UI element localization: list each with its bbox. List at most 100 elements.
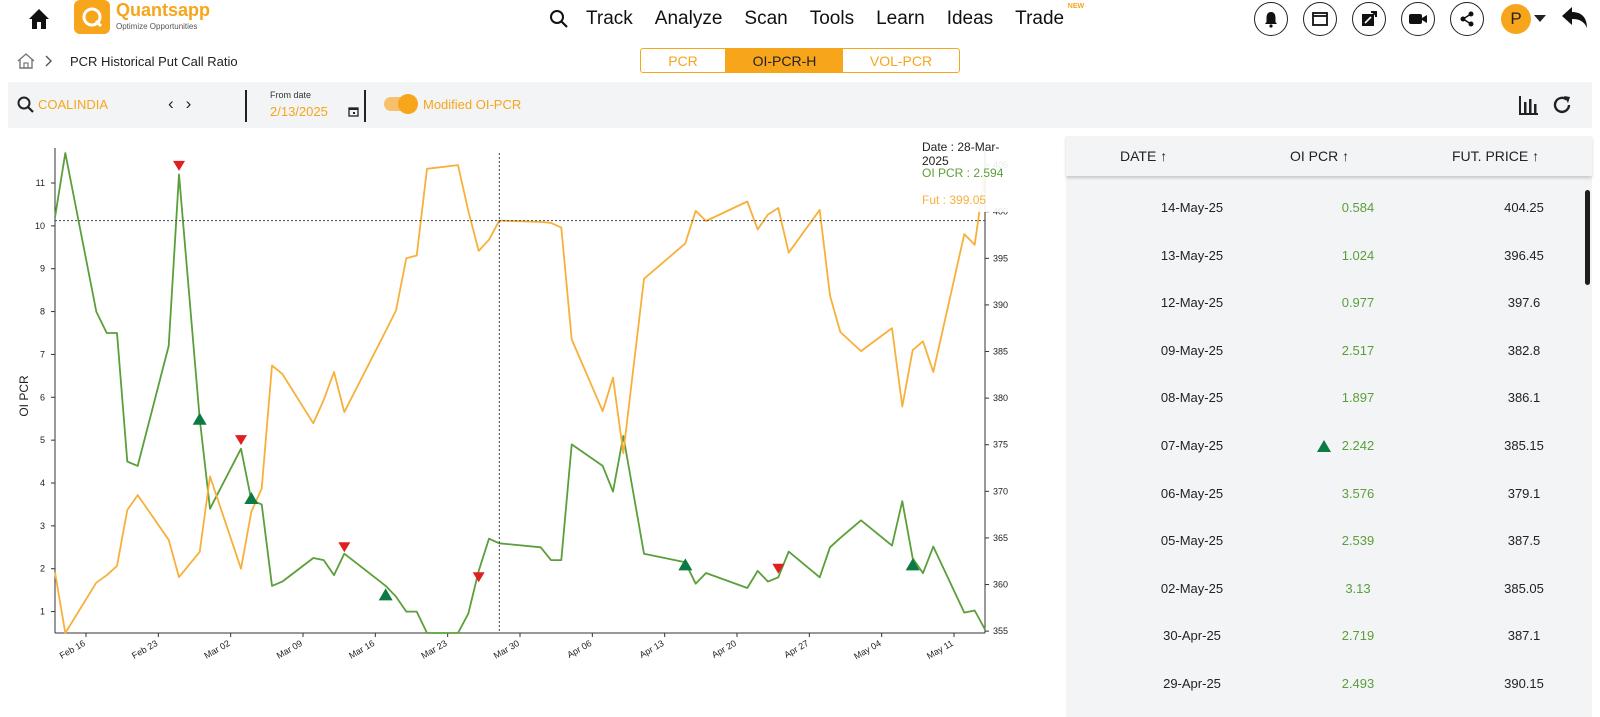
brand-logo[interactable]: Quantsapp Optimize Opportunities <box>74 0 224 34</box>
table-row[interactable]: 14-May-25 0.584 404.25 <box>1066 184 1586 232</box>
modified-oi-pcr-toggle[interactable] <box>384 94 418 114</box>
data-table: DATE ↑ OI PCR ↑ FUT. PRICE ↑ 14-May-25 0.… <box>1066 136 1592 717</box>
search-icon[interactable] <box>548 8 570 30</box>
nav-track[interactable]: Track <box>586 8 633 30</box>
logo-mark-icon <box>74 0 110 34</box>
bar-chart-icon[interactable] <box>1518 94 1540 116</box>
new-badge: NEW <box>1067 3 1085 10</box>
x-tick-label: Mar 30 <box>492 638 521 661</box>
cell-date: 05-May-25 <box>1160 533 1224 549</box>
chevron-right-icon[interactable]: › <box>186 94 204 113</box>
nav-analyze[interactable]: Analyze <box>655 8 723 30</box>
symbol-input[interactable]: COALINDIA <box>38 97 108 112</box>
chevron-left-icon[interactable]: ‹ <box>168 94 186 113</box>
cell-oi-pcr: 2.242 <box>1341 438 1375 453</box>
table-row[interactable]: 02-May-25 3.13 385.05 <box>1066 565 1586 613</box>
scrollbar[interactable] <box>1585 190 1590 285</box>
table-row[interactable]: 13-May-25 1.024 396.45 <box>1066 232 1586 280</box>
popout-icon <box>1362 11 1377 26</box>
tab-vol-pcr[interactable]: VOL-PCR <box>843 49 959 72</box>
video-icon <box>1409 14 1427 24</box>
cell-date: 02-May-25 <box>1160 580 1224 596</box>
chevron-right-icon <box>45 55 52 67</box>
cell-date: 13-May-25 <box>1160 247 1224 263</box>
notification-button[interactable] <box>1254 2 1288 36</box>
cell-oi-pcr: 2.539 <box>1341 533 1375 549</box>
oi-pcr-chart[interactable]: 1 2 3 4 5 6 7 8 9 10 11 355 360 365 370 375 380 385 390 395… <box>0 138 1012 717</box>
table-row[interactable]: 30-Apr-25 2.719 387.1 <box>1066 612 1586 660</box>
cell-oi-pcr: 0.977 <box>1341 295 1375 311</box>
share-button[interactable] <box>1450 2 1484 36</box>
from-date-input[interactable]: 2/13/2025 <box>270 104 328 119</box>
cell-oi-pcr: 3.576 <box>1341 485 1375 501</box>
modified-oi-pcr-label: Modified OI-PCR <box>423 97 522 112</box>
table-row[interactable]: 06-May-25 3.576 379.1 <box>1066 470 1586 518</box>
avatar[interactable]: P <box>1501 4 1531 34</box>
back-arrow-icon[interactable] <box>1558 2 1592 36</box>
table-row[interactable]: 07-May-25 2.242 385.15 <box>1066 422 1586 470</box>
x-tick-label: Apr 06 <box>565 638 593 660</box>
chart-svg[interactable]: 1 2 3 4 5 6 7 8 9 10 11 355 360 365 370 375 380 385 390 395… <box>0 138 1010 717</box>
tab-pcr[interactable]: PCR <box>641 49 726 72</box>
video-button[interactable] <box>1401 2 1435 36</box>
cell-oi-pcr: 2.517 <box>1341 342 1375 358</box>
popout-button[interactable] <box>1352 2 1386 36</box>
brand-name: Quantsapp <box>116 0 211 20</box>
cell-oi-pcr: 2.493 <box>1341 676 1375 691</box>
nav-tools[interactable]: Tools <box>810 8 854 30</box>
down-marker <box>338 542 351 553</box>
y-right-tick-label: 355 <box>993 626 1008 636</box>
cell-oi-pcr: 1.897 <box>1341 390 1375 406</box>
bell-icon <box>1265 12 1277 28</box>
home-outline-icon[interactable] <box>16 52 36 70</box>
x-tick-label: Mar 09 <box>275 638 304 661</box>
nav-ideas[interactable]: Ideas <box>947 8 993 30</box>
divider <box>245 90 247 122</box>
cell-oi-pcr: 0.584 <box>1341 200 1375 215</box>
breadcrumb: PCR Historical Put Call Ratio <box>16 50 238 72</box>
cell-fut-price: 390.15 <box>1504 676 1544 691</box>
tooltip-date: Date : 28-Mar-2025 <box>922 140 1000 168</box>
cell-oi-pcr: 1.024 <box>1341 247 1375 263</box>
x-tick-label: Feb 16 <box>58 638 87 661</box>
cell-fut-price: 397.6 <box>1507 295 1541 311</box>
chevron-down-icon[interactable] <box>1534 15 1546 22</box>
x-tick-label: May 04 <box>852 638 883 661</box>
y-left-tick-label: 4 <box>40 478 45 488</box>
cell-date: 30-Apr-25 <box>1163 628 1221 644</box>
table-row[interactable]: 12-May-25 0.977 397.6 <box>1066 279 1586 327</box>
y-right-tick-label: 390 <box>993 300 1008 310</box>
tab-oi-pcr-h[interactable]: OI-PCR-H <box>726 49 843 72</box>
col-fut-price-header[interactable]: FUT. PRICE ↑ <box>1452 148 1539 164</box>
nav-trade-label: Trade <box>1015 8 1065 29</box>
nav-trade[interactable]: Trade NEW <box>1015 3 1084 30</box>
table-row[interactable]: 05-May-25 2.539 387.5 <box>1066 517 1586 565</box>
y-left-tick-label: 10 <box>35 221 45 231</box>
search-icon[interactable] <box>16 95 36 115</box>
table-row[interactable]: 08-May-25 1.897 386.1 <box>1066 374 1586 422</box>
table-row[interactable]: 09-May-25 2.517 382.8 <box>1066 327 1586 375</box>
toggle-knob <box>398 94 418 114</box>
x-tick-label: Mar 16 <box>347 638 376 661</box>
calendar-icon[interactable] <box>348 106 359 117</box>
col-oi-pcr-header[interactable]: OI PCR ↑ <box>1290 148 1349 164</box>
y-right-tick-label: 360 <box>993 580 1008 590</box>
sort-arrow-icon: ↑ <box>1160 148 1168 164</box>
y-left-tick-label: 5 <box>40 435 45 445</box>
sort-arrow-icon: ↑ <box>1342 148 1350 164</box>
home-icon[interactable] <box>24 4 54 34</box>
window-icon <box>1312 12 1328 26</box>
refresh-icon[interactable] <box>1551 94 1573 116</box>
up-marker <box>678 558 693 571</box>
y-right-tick-label: 365 <box>993 533 1008 543</box>
col-date-header[interactable]: DATE ↑ <box>1120 148 1167 164</box>
nav-learn[interactable]: Learn <box>876 8 925 30</box>
window-button[interactable] <box>1303 2 1337 36</box>
cell-date: 09-May-25 <box>1160 342 1224 358</box>
cell-fut-price: 404.25 <box>1504 200 1544 215</box>
brand-tagline: Optimize Opportunities <box>116 22 198 31</box>
table-row[interactable]: 29-Apr-25 2.493 390.15 <box>1066 660 1586 708</box>
y-left-tick-label: 6 <box>40 392 45 402</box>
nav-scan[interactable]: Scan <box>744 8 787 30</box>
chart-tooltip: Date : 28-Mar-2025 OI PCR : 2.594 Fut : … <box>912 138 1012 212</box>
